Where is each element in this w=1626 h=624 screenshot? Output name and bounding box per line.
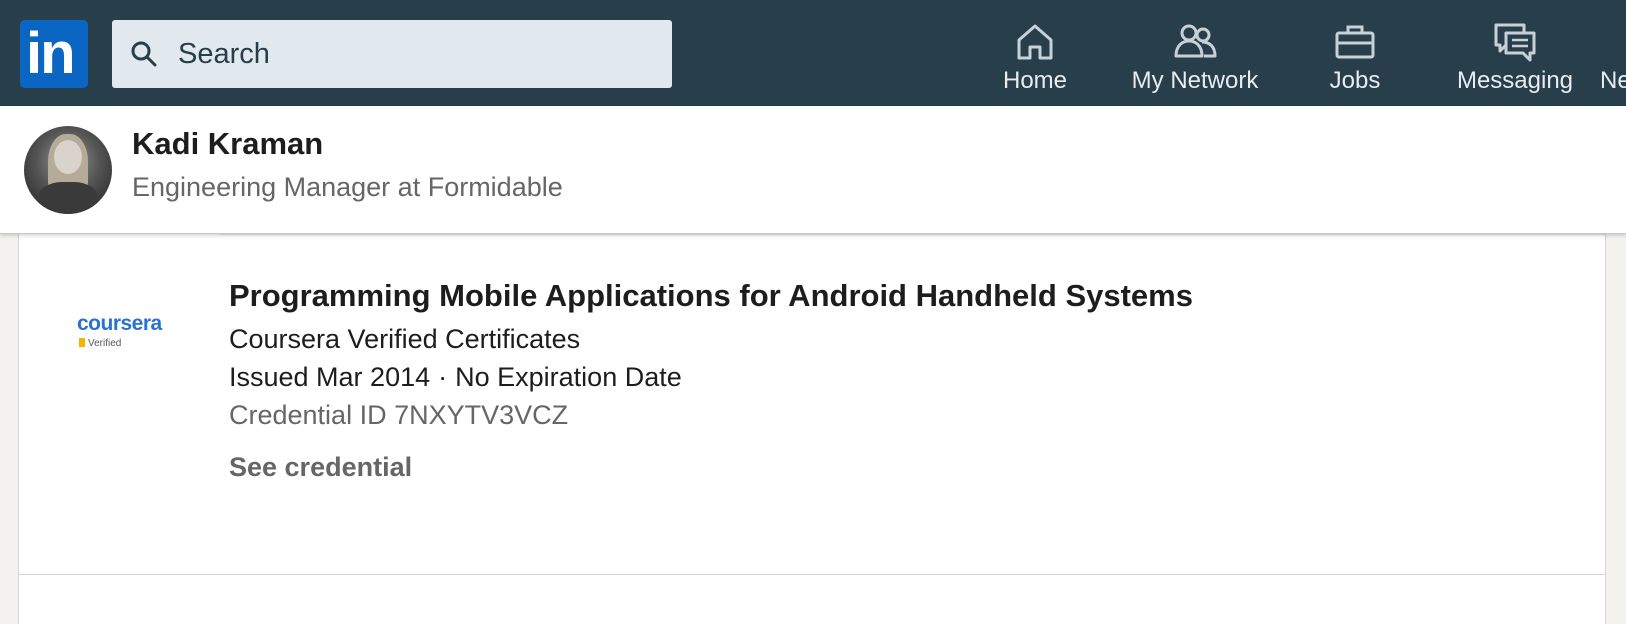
issued-date: Issued Mar 2014: [229, 362, 431, 392]
messaging-icon: [1494, 23, 1536, 62]
nav-my-network[interactable]: My Network: [1120, 0, 1270, 106]
linkedin-logo[interactable]: in: [20, 20, 88, 88]
nav-my-network-label: My Network: [1131, 67, 1259, 94]
briefcase-icon: [1335, 25, 1375, 59]
home-icon: [1017, 24, 1053, 60]
date-separator: ·: [438, 362, 448, 392]
nav-jobs[interactable]: Jobs: [1310, 0, 1400, 106]
search-box[interactable]: [112, 20, 672, 88]
nav-notifications-label: Ne: [1600, 67, 1626, 94]
credential-id: Credential ID 7NXYTV3VCZ: [229, 400, 569, 430]
nav-messaging[interactable]: Messaging: [1450, 0, 1580, 106]
avatar-body-shape: [38, 182, 98, 214]
search-input[interactable]: [168, 20, 658, 88]
see-credential-button[interactable]: See credential: [229, 452, 412, 483]
certification-dates: Issued Mar 2014 · No Expiration Date: [229, 362, 682, 393]
nav-jobs-label: Jobs: [1329, 67, 1381, 94]
search-icon: [131, 41, 157, 67]
certification-title: Programming Mobile Applications for Andr…: [229, 278, 1193, 313]
avatar[interactable]: [24, 126, 112, 214]
verified-badge-label: Verified: [88, 338, 122, 349]
network-icon: [1174, 24, 1217, 58]
ribbon-icon: [79, 338, 85, 347]
certification-issuer: Coursera Verified Certificates: [229, 324, 581, 354]
nav-home-label: Home: [1002, 67, 1068, 94]
nav-notifications[interactable]: Ne: [1600, 0, 1626, 106]
top-nav-bar: in Home My Network Jobs: [0, 0, 1626, 106]
profile-name[interactable]: Kadi Kraman: [132, 126, 323, 162]
nav-home[interactable]: Home: [990, 0, 1080, 106]
verified-badge: Verified: [79, 338, 121, 349]
logo-text: in: [26, 21, 76, 86]
profile-header: Kadi Kraman Engineering Manager at Formi…: [0, 106, 1626, 234]
avatar-face-shape: [54, 140, 82, 174]
certification-card: coursera Verified Programming Mobile App…: [18, 234, 1606, 624]
profile-headline: Engineering Manager at Formidable: [132, 172, 563, 202]
expiration-date: No Expiration Date: [455, 362, 682, 392]
org-logo-wordmark: coursera: [77, 312, 162, 335]
card-divider: [19, 574, 1605, 575]
coursera-logo[interactable]: coursera Verified: [75, 312, 171, 352]
nav-messaging-label: Messaging: [1456, 67, 1574, 94]
card-divider: [219, 234, 1605, 235]
